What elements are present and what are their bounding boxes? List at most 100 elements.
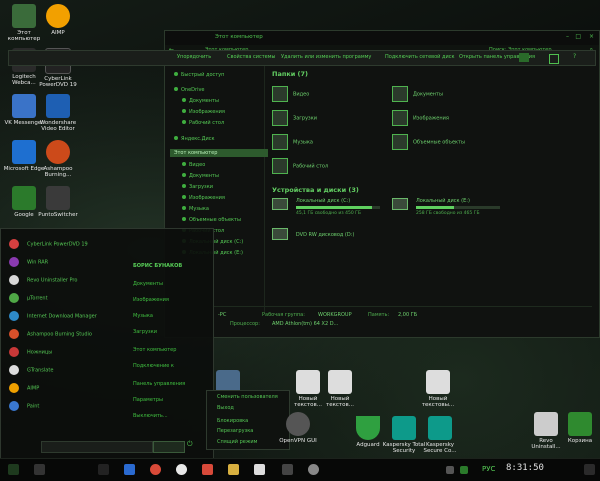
menu-item-switch-user[interactable]: Сменить пользователя — [217, 394, 278, 400]
start-app-item[interactable]: Paint — [9, 401, 39, 417]
terminal-icon[interactable] — [98, 464, 109, 475]
folder-item[interactable]: Объемные объекты — [392, 134, 465, 150]
start-right-item[interactable]: БОРИС БУНАКОВ — [133, 263, 182, 269]
start-app-item[interactable]: Internet Download Manager — [9, 311, 97, 327]
start-menu[interactable]: CyberLink PowerDVD 19 Win RAR Revo Unins… — [0, 228, 214, 460]
drive-usage-bar — [416, 206, 500, 209]
desktop-icon[interactable]: Новый текстовы... — [416, 370, 460, 408]
start-right-item[interactable]: Панель управления — [133, 381, 185, 387]
title-bar[interactable]: Этот компьютер – □ × — [165, 31, 599, 46]
shutdown-button[interactable] — [153, 441, 185, 453]
maximize-button[interactable]: □ — [575, 33, 581, 40]
tray-icon[interactable] — [460, 466, 468, 474]
desktop-icon[interactable]: AIMP — [36, 4, 80, 36]
start-button[interactable] — [8, 464, 19, 475]
app-icon[interactable] — [282, 464, 293, 475]
desktop-icon[interactable]: Kaspersky Secure Co... — [418, 416, 462, 454]
menu-item-restart[interactable]: Перезагрузка — [217, 428, 253, 434]
cmd-organize[interactable]: Упорядочить — [177, 54, 211, 60]
menu-item-lock[interactable]: Блокировка — [217, 418, 248, 424]
nav-item[interactable]: Документы — [182, 98, 219, 104]
folder-item[interactable]: Документы — [392, 86, 443, 102]
taskbar: РУС 8:31:50 — [0, 458, 600, 481]
start-app-item[interactable]: µTorrent — [9, 293, 48, 309]
nav-item[interactable]: Музыка — [182, 206, 209, 212]
nav-item[interactable]: Объемные объекты — [182, 217, 241, 223]
store-icon[interactable] — [254, 464, 265, 475]
language-indicator[interactable]: РУС — [482, 465, 495, 473]
view-icon[interactable] — [549, 54, 559, 64]
nav-item[interactable]: Быстрый доступ — [174, 72, 224, 78]
folder-item[interactable]: Рабочий стол — [272, 158, 328, 174]
folder-item[interactable]: Загрузки — [272, 110, 317, 126]
settings-icon[interactable] — [519, 53, 529, 62]
start-right-item[interactable]: Загрузки — [133, 329, 157, 335]
settings-icon[interactable] — [308, 464, 319, 475]
nav-item[interactable]: Документы — [182, 173, 219, 179]
start-app-item[interactable]: CyberLink PowerDVD 19 — [9, 239, 88, 255]
start-right-item[interactable]: Параметры — [133, 397, 163, 403]
dvd-name: DVD RW дисковод (D:) — [295, 231, 355, 238]
nav-item[interactable]: Загрузки — [182, 184, 213, 190]
start-app-item[interactable]: Revo Uninstaller Pro — [9, 275, 77, 291]
app-icon[interactable] — [202, 464, 213, 475]
cpu-value: AMD Athlon(tm) 64 X2 D... — [272, 321, 339, 327]
folder-item[interactable]: Видео — [272, 86, 309, 102]
folder-item[interactable]: Музыка — [272, 134, 313, 150]
memory-value: 2,00 ГБ — [398, 312, 418, 318]
notification-icon[interactable] — [584, 464, 595, 475]
start-right-item[interactable]: Подключение к — [133, 363, 174, 369]
desktop-icon[interactable]: Wondershare Video Editor — [36, 94, 80, 132]
nav-item[interactable]: Видео — [182, 162, 205, 168]
desktop-icon[interactable]: Новый текстов... — [318, 370, 362, 408]
nav-item[interactable]: OneDrive — [174, 87, 205, 93]
clock[interactable]: 8:31:50 — [506, 463, 544, 473]
task-view-icon[interactable] — [34, 464, 45, 475]
desktop-icon[interactable]: PuntoSwitcher — [36, 186, 80, 218]
desktop-icon[interactable]: Корзина — [558, 412, 600, 444]
start-right-item[interactable]: Изображения — [133, 297, 169, 303]
desktop-icon[interactable]: Ashampoo Burning... — [36, 140, 80, 178]
start-app-item[interactable]: Ножницы — [9, 347, 52, 363]
menu-item-sleep[interactable]: Спящий режим — [217, 439, 257, 445]
drive-name: Локальный диск (C:) — [296, 198, 351, 204]
help-icon[interactable]: ? — [573, 53, 576, 60]
app-icon[interactable] — [124, 464, 135, 475]
start-app-item[interactable]: GTranslate — [9, 365, 53, 381]
yandex-icon[interactable] — [176, 464, 187, 475]
cmd-system-properties[interactable]: Свойства системы — [227, 54, 275, 60]
nav-item[interactable]: Изображения — [182, 195, 225, 201]
close-button[interactable]: × — [589, 33, 594, 40]
nav-item[interactable]: Изображения — [182, 109, 225, 115]
tray-icon[interactable] — [446, 466, 454, 474]
start-app-item[interactable]: Win RAR — [9, 257, 48, 273]
adguard-icon — [356, 416, 380, 440]
desktop-icon[interactable]: OpenVPN GUI — [276, 412, 320, 444]
start-right-item[interactable]: Этот компьютер — [133, 347, 176, 353]
cmd-uninstall[interactable]: Удалить или изменить программу — [281, 54, 371, 60]
chrome-icon[interactable] — [150, 464, 161, 475]
folder-icon[interactable] — [228, 464, 239, 475]
start-app-item[interactable]: Ashampoo Burning Studio — [9, 329, 92, 345]
icon-label: AIMP — [51, 30, 65, 36]
start-right-item[interactable]: Музыка — [133, 313, 153, 319]
icon-label: Ashampoo Burning... — [43, 166, 73, 178]
start-right-item[interactable]: Выключить... — [133, 413, 168, 419]
menu-item-logout[interactable]: Выход — [217, 405, 234, 411]
folder-item[interactable]: Изображения — [392, 110, 449, 126]
start-right-item[interactable]: Документы — [133, 281, 163, 287]
folder-icon — [272, 86, 288, 102]
icon-label: Adguard — [356, 442, 380, 448]
folder-icon — [392, 134, 408, 150]
start-app-item[interactable]: AIMP — [9, 383, 39, 399]
drive-icon — [272, 198, 288, 210]
start-search-box[interactable] — [41, 441, 153, 453]
command-bar: Упорядочить Свойства системы Удалить или… — [8, 50, 596, 66]
nav-item[interactable]: Рабочий стол — [182, 120, 224, 126]
power-icon[interactable]: ⏻ — [187, 440, 193, 449]
nav-item[interactable]: Яндекс.Диск — [174, 136, 215, 142]
dvd-item[interactable]: DVD RW дисковод (D:) — [272, 228, 354, 240]
minimize-button[interactable]: – — [566, 33, 569, 40]
cmd-map-drive[interactable]: Подключить сетевой диск — [385, 54, 455, 60]
nav-item-selected[interactable]: Этот компьютер — [170, 149, 268, 157]
